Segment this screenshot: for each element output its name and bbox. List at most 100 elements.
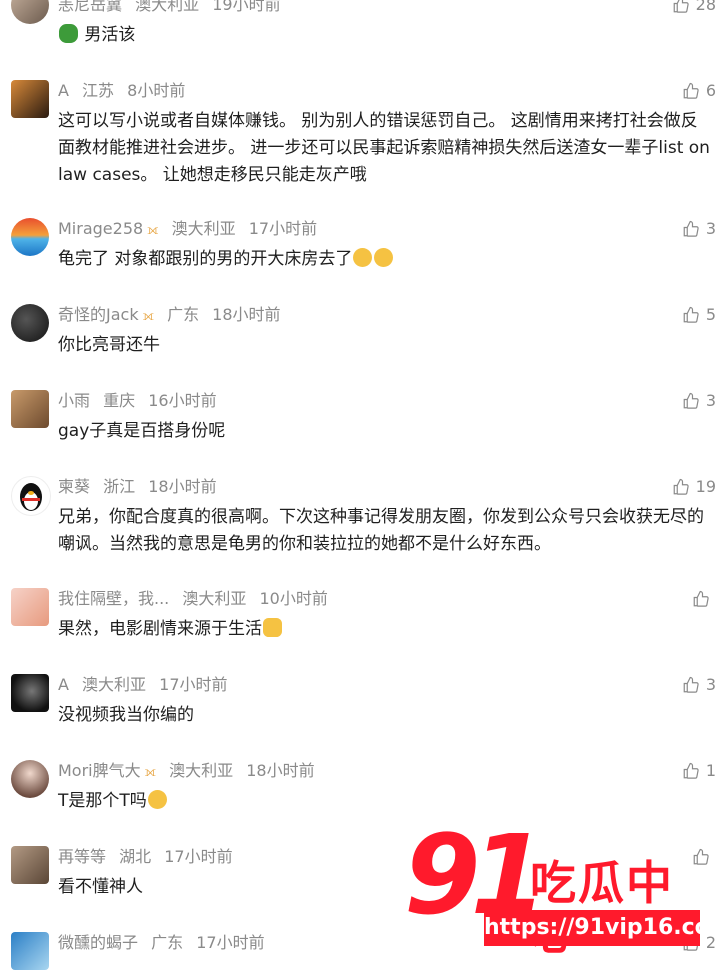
- thumbs-up-icon: [683, 82, 699, 99]
- like-button[interactable]: 6: [682, 80, 716, 102]
- comment-text: 男活该: [58, 22, 714, 49]
- like-button[interactable]: 3: [682, 674, 716, 696]
- like-count: 28: [695, 0, 716, 14]
- avatar[interactable]: [11, 674, 49, 712]
- timestamp: 17小时前: [248, 219, 318, 238]
- comment-text: T是那个T吗: [58, 788, 714, 815]
- timestamp: 17小时前: [196, 933, 265, 952]
- location: 浙江: [103, 477, 136, 496]
- avatar[interactable]: [11, 476, 51, 516]
- comment-meta: A 江苏 8小时前: [58, 80, 193, 102]
- username[interactable]: 再等等: [58, 847, 106, 866]
- timestamp: 16小时前: [148, 391, 217, 410]
- watermark-logo: 91 吃瓜中心 https://91vip16.com: [400, 820, 720, 960]
- thumbs-up-icon: [683, 306, 699, 323]
- thumbs-up-icon: [693, 590, 709, 607]
- like-count: 3: [705, 675, 716, 694]
- thumbs-up-icon: [673, 0, 689, 13]
- comment-text: 你比亮哥还牛: [58, 335, 160, 355]
- avatar[interactable]: [11, 760, 49, 798]
- location: 澳大利亚: [169, 761, 234, 780]
- thumbs-up-icon: [683, 220, 699, 237]
- comment-meta: 再等等 湖北 17小时前: [58, 846, 241, 868]
- like-count: 6: [705, 81, 716, 100]
- comment-meta: 我住隔壁，我... 澳大利亚 10小时前: [58, 588, 336, 610]
- location: 澳大利亚: [135, 0, 200, 14]
- timestamp: 17小时前: [164, 847, 233, 866]
- avatar[interactable]: [11, 218, 49, 256]
- laughing-emoji: [147, 790, 167, 809]
- comment-meta: 奇怪的Jack ⟗ 广东 18小时前: [58, 304, 289, 326]
- penguin-icon: [20, 483, 42, 511]
- avatar[interactable]: [11, 0, 49, 24]
- badge-icon: ⟗: [147, 223, 159, 238]
- username[interactable]: Mori脾气大: [58, 761, 141, 780]
- comment-meta: 微醺的蝎子 广东 17小时前: [58, 932, 273, 954]
- comment-meta: 柬葵 浙江 18小时前: [58, 476, 225, 498]
- like-button[interactable]: 3: [682, 390, 716, 412]
- username[interactable]: 小雨: [58, 391, 90, 410]
- timestamp: 18小时前: [212, 305, 281, 324]
- like-button[interactable]: 1: [682, 760, 716, 782]
- thumbs-up-icon: [673, 478, 689, 495]
- avatar[interactable]: [11, 846, 49, 884]
- thumbs-up-icon: [683, 762, 699, 779]
- turtle-emoji: [59, 24, 78, 43]
- location: 澳大利亚: [171, 219, 236, 238]
- location: 江苏: [82, 81, 115, 100]
- username[interactable]: A: [58, 675, 69, 694]
- timestamp: 18小时前: [246, 761, 315, 780]
- timestamp: 18小时前: [148, 477, 217, 496]
- username[interactable]: 微醺的蝎子: [58, 933, 138, 952]
- location: 广东: [167, 305, 200, 324]
- username[interactable]: A: [58, 81, 69, 100]
- watermark-url: https://91vip16.com: [484, 910, 720, 946]
- username[interactable]: Mirage258: [58, 219, 143, 238]
- avatar[interactable]: [11, 390, 49, 428]
- timestamp: 19小时前: [212, 0, 281, 14]
- thumbs-up-icon: [683, 676, 699, 693]
- location: 湖北: [119, 847, 152, 866]
- location: 广东: [151, 933, 184, 952]
- sweat-emoji: [374, 248, 394, 267]
- thumbs-up-emoji: [263, 618, 282, 637]
- badge-icon: ⟗: [142, 309, 154, 324]
- location: 重庆: [103, 391, 136, 410]
- like-button[interactable]: 19: [672, 476, 716, 498]
- comment-meta: A 澳大利亚 17小时前: [58, 674, 236, 696]
- comment-text: 果然，电影剧情来源于生活: [58, 616, 714, 643]
- timestamp: 10小时前: [259, 589, 328, 608]
- location: 澳大利亚: [182, 589, 247, 608]
- comment-text: 兄弟，你配合度真的很高啊。下次这种事记得发朋友圈，你发到公众号只会收获无尽的嘲讽…: [58, 507, 704, 554]
- avatar[interactable]: [11, 80, 49, 118]
- username[interactable]: 柬葵: [58, 477, 90, 496]
- like-button[interactable]: [692, 588, 716, 610]
- avatar[interactable]: [11, 932, 49, 970]
- username[interactable]: 我住隔壁，我...: [58, 589, 169, 608]
- like-count: 19: [695, 477, 716, 496]
- like-button[interactable]: 3: [682, 218, 716, 240]
- like-button[interactable]: 5: [682, 304, 716, 326]
- comment-text: 龟完了 对象都跟别的男的开大床房去了: [58, 246, 714, 273]
- avatar[interactable]: [11, 304, 49, 342]
- timestamp: 8小时前: [127, 81, 186, 100]
- comment-meta: 小雨 重庆 16小时前: [58, 390, 225, 412]
- like-count: 1: [705, 761, 716, 780]
- like-count: 3: [705, 219, 716, 238]
- badge-icon: ⟗: [144, 765, 156, 780]
- comment-meta: Mori脾气大 ⟗ 澳大利亚 18小时前: [58, 760, 323, 782]
- like-count: 3: [705, 391, 716, 410]
- like-button[interactable]: 28: [672, 0, 716, 16]
- avatar[interactable]: [11, 588, 49, 626]
- timestamp: 17小时前: [159, 675, 228, 694]
- comment-meta: 恙尼岳冀 澳大利亚 19小时前: [58, 0, 289, 16]
- thumbs-up-icon: [683, 392, 699, 409]
- username[interactable]: 恙尼岳冀: [58, 0, 122, 14]
- comment-text: 没视频我当你编的: [58, 705, 194, 725]
- location: 澳大利亚: [82, 675, 147, 694]
- comment-meta: Mirage258 ⟗ 澳大利亚 17小时前: [58, 218, 325, 240]
- like-count: 5: [705, 305, 716, 324]
- sweat-emoji: [353, 248, 373, 267]
- username[interactable]: 奇怪的Jack: [58, 305, 139, 324]
- comment-text: gay子真是百搭身份呢: [58, 421, 226, 441]
